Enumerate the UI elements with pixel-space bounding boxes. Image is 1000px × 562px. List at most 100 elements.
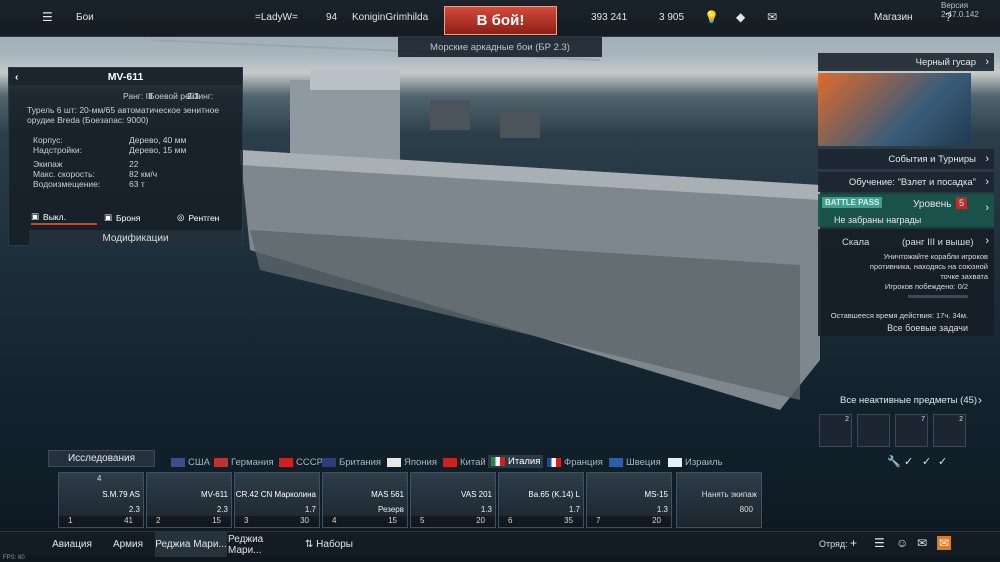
- vehicle-slot[interactable]: Ba.65 (K.14) L 1.7 6 35: [498, 472, 584, 528]
- stat-value: 82 км/ч: [129, 169, 158, 179]
- nation-britain[interactable]: Британия: [322, 457, 381, 468]
- tab-aviation[interactable]: Авиация: [46, 532, 98, 557]
- squad-label: Отряд:: [819, 539, 848, 549]
- vehicle-slot[interactable]: MS-15 1.3 7 20: [586, 472, 672, 528]
- flag-icon: [279, 458, 293, 467]
- tab-army[interactable]: Армия: [106, 532, 150, 557]
- tab-regia-marina-2[interactable]: Реджиа Мари...: [228, 532, 298, 557]
- check-all-icon[interactable]: ✓: [938, 455, 947, 468]
- nation-ussr[interactable]: СССР: [279, 457, 323, 468]
- double-check-icon[interactable]: ✓: [922, 455, 931, 468]
- vehicle-name: VAS 201: [461, 490, 492, 499]
- event-header[interactable]: Черный гусар ›: [818, 53, 994, 71]
- events-tournaments[interactable]: События и Турниры ›: [818, 149, 994, 169]
- hamburger-menu-icon[interactable]: ☰: [42, 10, 53, 24]
- vehicle-br: 2.3: [128, 505, 140, 514]
- vehicle-name: MV-611: [201, 490, 228, 499]
- player-name[interactable]: KoniginGrimhilda: [352, 12, 428, 23]
- coupon-icon[interactable]: ✉: [767, 10, 777, 24]
- crew-count: 41: [124, 516, 133, 525]
- nation-label: Израиль: [685, 457, 723, 468]
- game-mode-label[interactable]: Морские аркадные бои (БР 2.3): [398, 37, 602, 57]
- nation-sweden[interactable]: Швеция: [609, 457, 661, 468]
- shop-button[interactable]: Магазин: [874, 12, 913, 23]
- level-label: Уровень: [913, 199, 952, 210]
- medal-item[interactable]: 7: [895, 414, 928, 447]
- task-title: Скала: [842, 237, 870, 248]
- medal-item[interactable]: 2: [933, 414, 966, 447]
- presets-label: Наборы: [316, 539, 353, 550]
- modifications-button[interactable]: Модификации: [29, 230, 242, 246]
- battles-menu[interactable]: Бои: [76, 12, 94, 23]
- nation-italy[interactable]: Италия: [488, 455, 544, 468]
- hire-crew-cost: 800: [739, 505, 753, 514]
- tab-armor[interactable]: ▣ Броня: [104, 210, 140, 225]
- slot-number: 7: [596, 516, 601, 525]
- chevron-right-icon[interactable]: ›: [978, 393, 982, 407]
- bottom-bar: Авиация Армия Реджиа Мари... Реджиа Мари…: [0, 531, 1000, 557]
- golden-eagles[interactable]: 3 905: [659, 12, 684, 23]
- vehicle-slot[interactable]: VAS 201 1.3 5 20: [410, 472, 496, 528]
- all-tasks-link[interactable]: Все боевые задачи: [887, 323, 968, 333]
- medal-item[interactable]: 2: [819, 414, 852, 447]
- list-icon[interactable]: ☰: [874, 536, 885, 550]
- vehicle-slot[interactable]: MV-611 2.3 2 15: [146, 472, 232, 528]
- inactive-items[interactable]: Все неактивные предметы (45): [840, 395, 977, 406]
- tab-xray[interactable]: ◎ Рентген: [177, 210, 219, 225]
- nation-france[interactable]: Франция: [547, 457, 603, 468]
- medal-item[interactable]: [857, 414, 890, 447]
- nation-germany[interactable]: Германия: [214, 457, 274, 468]
- training-item[interactable]: Обучение: "Взлет и посадка" ›: [818, 172, 994, 192]
- nation-label: Китай: [460, 457, 486, 468]
- vehicle-name: MS-15: [644, 490, 668, 499]
- crew-count: 20: [652, 516, 661, 525]
- chat-icon[interactable]: ✉: [917, 536, 927, 550]
- task-progress: Игроков побеждено: 0/2: [884, 282, 968, 291]
- vehicle-slot[interactable]: 4 S.M.79 AS 2.3 1 41: [58, 472, 144, 528]
- stat-label: Надстройки:: [33, 145, 82, 155]
- tab-presets[interactable]: ⇅ Наборы: [301, 532, 357, 557]
- battle-task[interactable]: Скала (ранг III и выше) › Уничтожайте ко…: [818, 229, 994, 336]
- check-icon[interactable]: ✓: [904, 455, 913, 468]
- silver-lions[interactable]: 393 241: [591, 12, 627, 23]
- slot-footer: 7 20: [587, 516, 671, 527]
- wrench-icon[interactable]: 🔧: [887, 455, 901, 468]
- friends-icon[interactable]: ☺: [896, 536, 908, 550]
- nation-china[interactable]: Китай: [443, 457, 486, 468]
- chevron-right-icon: ›: [985, 56, 989, 68]
- slot-top-count: 4: [97, 474, 102, 483]
- vehicle-name: CR.42 CN Марколина: [235, 490, 316, 499]
- back-icon[interactable]: ‹: [15, 71, 19, 83]
- vehicle-name: S.M.79 AS: [102, 490, 140, 499]
- stat-label: Экипаж: [33, 159, 63, 169]
- hire-crew-slot[interactable]: Нанять экипаж 800: [676, 472, 762, 528]
- nation-israel[interactable]: Израиль: [668, 457, 723, 468]
- chevron-right-icon: ›: [985, 176, 989, 188]
- vehicle-slot[interactable]: MAS 561 Резерв 4 15: [322, 472, 408, 528]
- tab-regia-marina-1[interactable]: Реджиа Мари...: [155, 532, 227, 557]
- level-badge: 5: [956, 197, 968, 209]
- nation-usa[interactable]: США: [171, 457, 210, 468]
- nation-label: Япония: [404, 457, 437, 468]
- decals-icon[interactable]: ◆: [736, 10, 745, 24]
- battle-pass[interactable]: BATTLE PASS Уровень 5 Не забраны награды…: [818, 194, 994, 227]
- crew-count: 20: [476, 516, 485, 525]
- slot-number: 3: [244, 516, 249, 525]
- battle-pass-logo: BATTLE PASS: [822, 197, 883, 208]
- slot-footer: 4 15: [323, 516, 407, 527]
- lightbulb-icon[interactable]: 💡: [704, 10, 719, 24]
- mail-icon[interactable]: ✉: [937, 536, 952, 550]
- rewards-label: Не забраны награды: [834, 215, 922, 225]
- vehicle-slot[interactable]: CR.42 CN Марколина 1.7 3 30: [234, 472, 320, 528]
- stat-label: Корпус:: [33, 135, 63, 145]
- nation-japan[interactable]: Япония: [387, 457, 437, 468]
- event-image[interactable]: [818, 73, 971, 146]
- crew-count: 15: [212, 516, 221, 525]
- event-title: Черный гусар: [915, 56, 976, 68]
- slot-number: 1: [68, 516, 73, 525]
- add-squad-icon[interactable]: +: [850, 536, 857, 550]
- to-battle-button[interactable]: В бой!: [444, 6, 557, 35]
- nation-label: Италия: [508, 456, 541, 467]
- stat-value: 63 т: [129, 179, 145, 189]
- tab-off[interactable]: ▣ Выкл.: [31, 210, 97, 225]
